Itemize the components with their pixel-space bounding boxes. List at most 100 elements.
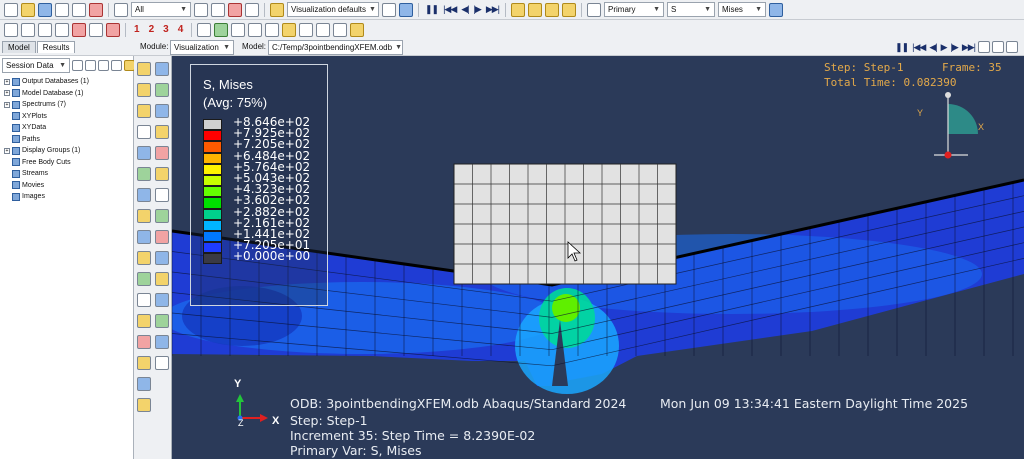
perspective-icon[interactable] <box>197 22 212 37</box>
select-arrow-icon[interactable] <box>114 2 128 17</box>
module-select[interactable]: Visualization ▼ <box>170 40 234 55</box>
refresh-icon[interactable] <box>769 2 783 17</box>
viewport[interactable]: S, Mises (Avg: 75%) +8.646e+02 +7.925e+02… <box>172 56 1024 459</box>
toolbox-tool-icon[interactable] <box>155 209 169 223</box>
view-4-button[interactable]: 4 <box>178 24 184 35</box>
cycle-views-icon[interactable] <box>106 22 120 37</box>
toolbox-tool-icon[interactable] <box>137 398 151 412</box>
toolbox-tool-icon[interactable] <box>155 62 169 76</box>
query-icon[interactable] <box>228 2 242 17</box>
variable-name-select[interactable]: S ▼ <box>667 2 715 17</box>
tree-item[interactable]: Streams <box>4 168 132 180</box>
box-select-icon[interactable] <box>211 2 225 17</box>
toolbox-tool-icon[interactable] <box>155 314 169 328</box>
selection-filter-select[interactable]: All ▼ <box>131 2 191 17</box>
delete-icon[interactable] <box>89 2 103 17</box>
zoom-icon[interactable] <box>55 22 69 37</box>
tree-item[interactable]: + Display Groups (1) <box>4 145 132 157</box>
hidden-line-icon[interactable] <box>248 22 263 37</box>
filled-icon[interactable] <box>265 22 280 37</box>
toolbox-tool-icon[interactable] <box>155 104 169 118</box>
toolbox-tool-icon[interactable] <box>137 167 151 181</box>
toolbox-tool-icon[interactable] <box>137 335 151 349</box>
query-cursor-icon[interactable] <box>282 22 297 37</box>
variable-position-select[interactable]: Primary ▼ <box>604 2 664 17</box>
tree-item[interactable]: Movies <box>4 180 132 192</box>
save-icon[interactable] <box>38 2 52 17</box>
toolbox-tool-icon[interactable] <box>137 272 151 286</box>
pause-icon[interactable]: ❚❚ <box>425 4 439 15</box>
toolbox-tool-icon[interactable] <box>137 251 151 265</box>
toolbox-tool-icon[interactable] <box>137 356 151 370</box>
session-select[interactable]: Session Data ▼ <box>2 58 70 73</box>
tree-options-icon[interactable] <box>111 60 122 71</box>
tab-model[interactable]: Model <box>2 41 36 53</box>
toolbox-tool-icon[interactable] <box>155 356 169 370</box>
replace-icon[interactable] <box>333 22 348 37</box>
tree-item[interactable]: XYData <box>4 122 132 134</box>
auto-fit-icon[interactable] <box>89 22 103 37</box>
render-model-icon[interactable] <box>214 22 229 37</box>
filter-icon[interactable] <box>72 60 83 71</box>
front-view-icon[interactable] <box>528 2 542 17</box>
toolbox-tool-icon[interactable] <box>137 104 151 118</box>
toolbox-tool-icon[interactable] <box>137 314 151 328</box>
vp-pause-icon[interactable]: ❚❚ <box>895 42 909 53</box>
redo-icon[interactable] <box>316 22 331 37</box>
info-icon[interactable] <box>399 2 413 17</box>
toolbox-tool-icon[interactable] <box>137 209 151 223</box>
toolbox-tool-icon[interactable] <box>137 83 151 97</box>
display-groups-icon[interactable] <box>245 2 259 17</box>
vp-first-frame-icon[interactable]: |◀◀ <box>912 42 926 53</box>
view-3-button[interactable]: 3 <box>163 24 169 35</box>
expand-toggle-icon[interactable]: + <box>4 147 10 154</box>
tree-item[interactable]: + Output Databases (1) <box>4 76 132 88</box>
toolbox-tool-icon[interactable] <box>155 188 169 202</box>
view-2-button[interactable]: 2 <box>149 24 155 35</box>
toolbox-tool-icon[interactable] <box>155 335 169 349</box>
view-defaults-select[interactable]: Visualization defaults ▼ <box>287 2 379 17</box>
iso-view-icon[interactable] <box>511 2 525 17</box>
viewport-camera-icon[interactable] <box>992 41 1004 53</box>
viewport-options-icon[interactable] <box>978 41 990 53</box>
expand-toggle-icon[interactable]: + <box>4 78 10 85</box>
previous-frame-icon[interactable]: ◀| <box>461 4 469 15</box>
side-view-icon[interactable] <box>545 2 559 17</box>
selection-options-icon[interactable] <box>194 2 208 17</box>
vp-play-icon[interactable]: ▶ <box>941 42 948 53</box>
field-output-icon[interactable] <box>587 2 601 17</box>
open-folder-icon[interactable] <box>21 2 35 17</box>
render-style-icon[interactable] <box>382 2 396 17</box>
toolbox-tool-icon[interactable] <box>137 188 151 202</box>
vp-last-frame-icon[interactable]: ▶▶| <box>962 42 976 53</box>
toolbox-tool-icon[interactable] <box>137 230 151 244</box>
toolbox-tool-icon[interactable] <box>155 293 169 307</box>
toolbox-tool-icon[interactable] <box>155 146 169 160</box>
toolbox-tool-icon[interactable] <box>137 377 151 391</box>
toolbox-tool-icon[interactable] <box>155 167 169 181</box>
expand-toggle-icon[interactable]: + <box>4 101 10 108</box>
new-file-icon[interactable] <box>4 2 18 17</box>
view-1-button[interactable]: 1 <box>134 24 140 35</box>
wireframe-icon[interactable] <box>231 22 246 37</box>
tree-item[interactable]: XYPlots <box>4 111 132 123</box>
tree-item[interactable]: + Model Database (1) <box>4 88 132 100</box>
vp-prev-frame-icon[interactable]: ◀| <box>929 42 937 53</box>
top-view-icon[interactable] <box>562 2 576 17</box>
expand-all-icon[interactable] <box>85 60 96 71</box>
print-setup-icon[interactable] <box>72 2 86 17</box>
variable-invariant-select[interactable]: Mises ▼ <box>718 2 766 17</box>
view-defaults-icon[interactable] <box>270 2 284 17</box>
vp-next-frame-icon[interactable]: |▶ <box>951 42 959 53</box>
pan-icon[interactable] <box>4 22 18 37</box>
tab-results[interactable]: Results <box>36 41 76 53</box>
toolbox-tool-icon[interactable] <box>137 62 151 76</box>
undo-icon[interactable] <box>299 22 314 37</box>
toolbox-tool-icon[interactable] <box>155 125 169 139</box>
viewport-layout-icon[interactable] <box>1006 41 1018 53</box>
box-zoom-icon[interactable] <box>72 22 86 37</box>
model-select[interactable]: C:/Temp/3pointbendingXFEM.odb ▼ <box>268 40 403 55</box>
toolbox-tool-icon[interactable] <box>137 146 151 160</box>
toolbox-tool-icon[interactable] <box>155 230 169 244</box>
tree-item[interactable]: Free Body Cuts <box>4 157 132 169</box>
